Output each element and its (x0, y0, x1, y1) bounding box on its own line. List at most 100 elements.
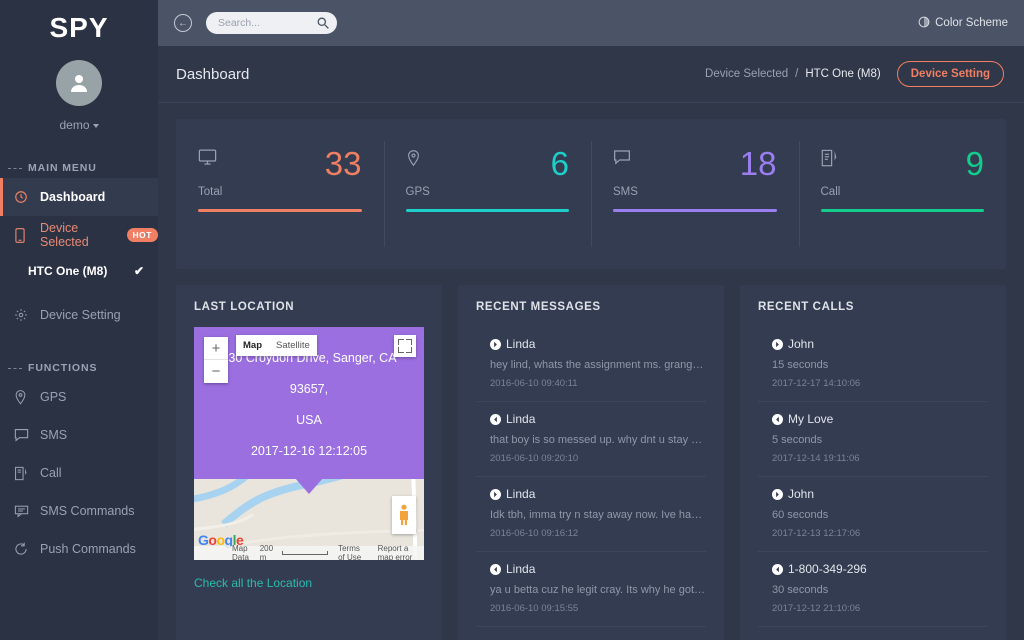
map-scale-line-icon (282, 551, 328, 555)
chat-bubble-icon (613, 149, 631, 171)
breadcrumb-separator: / (795, 68, 798, 80)
sidebar-profile: demo (0, 56, 158, 132)
avatar[interactable] (56, 60, 102, 106)
call-contact: John (788, 487, 814, 501)
incoming-arrow-icon (490, 414, 501, 425)
list-item[interactable]: 1-800-349-296 30 seconds 2017-12-12 21:1… (758, 552, 988, 627)
message-text: that boy is so messed up. why dnt u stay… (490, 434, 706, 446)
sidebar-item-label: SMS Commands (40, 504, 134, 518)
stats-card: 33 Total 6 GPS (176, 119, 1006, 269)
call-duration: 30 seconds (772, 584, 988, 596)
fullscreen-icon[interactable] (394, 335, 416, 357)
call-contact: John (788, 337, 814, 351)
map-view[interactable]: Boucher Ferme St-Jean 530 Croydon Drive,… (194, 327, 424, 560)
hot-badge: HOT (127, 228, 158, 242)
dash-divider-icon (8, 368, 22, 369)
color-scheme-button[interactable]: Color Scheme (918, 16, 1008, 31)
map-terms-link[interactable]: Terms of Use (338, 544, 368, 560)
sidebar-item-sms[interactable]: SMS (0, 416, 158, 454)
mobile-icon (14, 228, 32, 243)
sidebar-item-device-selected[interactable]: Device Selected HOT › (0, 216, 158, 254)
call-contact: My Love (788, 412, 833, 426)
profile-dropdown[interactable]: demo (0, 118, 158, 132)
sidebar-item-label: Dashboard (40, 190, 105, 204)
color-scheme-label: Color Scheme (935, 17, 1008, 29)
panel-last-location: LAST LOCATION Boucher Ferme St-Jean (176, 285, 442, 640)
list-item[interactable]: Linda hey lind, whats the assignment ms.… (476, 327, 706, 402)
main-area: ← Color Scheme (158, 0, 1024, 640)
sidebar-subitem-htc-one-m8[interactable]: HTC One (M8) ✔ (0, 254, 158, 288)
sidebar-item-label: Device Selected (40, 221, 122, 249)
sidebar-item-push-commands[interactable]: Push Commands (0, 530, 158, 568)
call-log-icon (14, 466, 32, 481)
push-command-icon (14, 542, 32, 556)
map-pin-icon (14, 390, 32, 405)
check-all-location-link[interactable]: Check all the Location (194, 576, 312, 590)
info-address-line2: USA (204, 405, 414, 436)
panel-recent-calls: RECENT CALLS John 15 seconds 2017-12-17 … (740, 285, 1006, 640)
sms-command-icon (14, 504, 32, 518)
incoming-arrow-icon (772, 414, 783, 425)
selected-device-label: HTC One (M8) (28, 264, 107, 278)
list-item[interactable]: Linda Idk tbh, imma try n stay away now.… (476, 477, 706, 552)
sidebar-item-dashboard[interactable]: Dashboard (0, 178, 158, 216)
call-time: 2017-12-12 21:10:06 (772, 603, 988, 614)
stat-total: 33 Total (176, 119, 384, 269)
map-type-switcher: Map Satellite (236, 335, 317, 356)
map-zoom-in-button[interactable]: + (204, 337, 228, 360)
brand-logo[interactable]: SPY (0, 0, 158, 56)
stat-call: 9 Call (799, 119, 1007, 269)
info-timestamp: 2017-12-16 12:12:05 (204, 436, 414, 467)
message-time: 2016-06-10 09:20:10 (490, 453, 706, 464)
stat-bar (198, 209, 362, 212)
chat-bubble-icon (14, 428, 32, 442)
stat-label: Total (198, 186, 362, 198)
panels-row: LAST LOCATION Boucher Ferme St-Jean (176, 285, 1006, 640)
map-scale-label: 200 m (260, 544, 280, 560)
map-zoom-controls: + − (204, 337, 228, 383)
map-scale: 200 m (260, 544, 328, 560)
stat-value: 33 (325, 149, 362, 179)
list-item[interactable]: John 15 seconds 2017-12-17 14:10:06 (758, 327, 988, 402)
breadcrumb-item[interactable]: Device Selected (705, 68, 788, 80)
map-zoom-out-button[interactable]: − (204, 360, 228, 383)
map-type-satellite-tab[interactable]: Satellite (269, 335, 317, 356)
map-type-map-tab[interactable]: Map (236, 335, 269, 356)
gear-icon (14, 308, 32, 322)
stat-sms: 18 SMS (591, 119, 799, 269)
stat-label: SMS (613, 186, 777, 198)
list-item[interactable]: Linda ya u betta cuz he legit cray. Its … (476, 552, 706, 627)
collapse-left-icon[interactable]: ← (174, 14, 192, 32)
sidebar-item-gps[interactable]: GPS (0, 378, 158, 416)
sidebar-item-device-setting[interactable]: Device Setting (0, 296, 158, 334)
call-time: 2017-12-14 19:11:06 (772, 453, 988, 464)
list-item[interactable]: John 60 seconds 2017-12-13 12:17:06 (758, 477, 988, 552)
functions-label: FUNCTIONS (28, 362, 97, 374)
sidebar: SPY demo MAIN MENU (0, 0, 158, 640)
call-duration: 15 seconds (772, 359, 988, 371)
panel-title: LAST LOCATION (194, 301, 424, 313)
breadcrumb-current: HTC One (M8) (805, 68, 880, 80)
dashboard-icon (14, 190, 32, 204)
list-item[interactable]: Linda that boy is so messed up. why dnt … (476, 402, 706, 477)
call-time: 2017-12-17 14:10:06 (772, 378, 988, 389)
sidebar-item-call[interactable]: Call (0, 454, 158, 492)
chevron-right-icon: › (144, 229, 148, 241)
page-title: Dashboard (176, 66, 249, 83)
device-setting-button[interactable]: Device Setting (897, 61, 1004, 87)
search-icon[interactable] (317, 17, 329, 29)
chevron-down-icon (93, 124, 99, 128)
sidebar-section-main-menu: MAIN MENU (0, 162, 158, 174)
user-avatar-icon (67, 71, 91, 95)
main-menu-label: MAIN MENU (28, 162, 97, 174)
map-report-link[interactable]: Report a map error (378, 544, 420, 560)
street-view-pegman-icon[interactable] (392, 496, 416, 534)
message-sender: Linda (506, 487, 535, 501)
palette-icon (918, 16, 930, 31)
sidebar-item-sms-commands[interactable]: SMS Commands (0, 492, 158, 530)
stat-value: 9 (966, 149, 984, 179)
sidebar-item-label: SMS (40, 428, 67, 442)
stat-value: 6 (551, 149, 569, 179)
list-item[interactable]: My Love 5 seconds 2017-12-14 19:11:06 (758, 402, 988, 477)
stat-value: 18 (740, 149, 777, 179)
